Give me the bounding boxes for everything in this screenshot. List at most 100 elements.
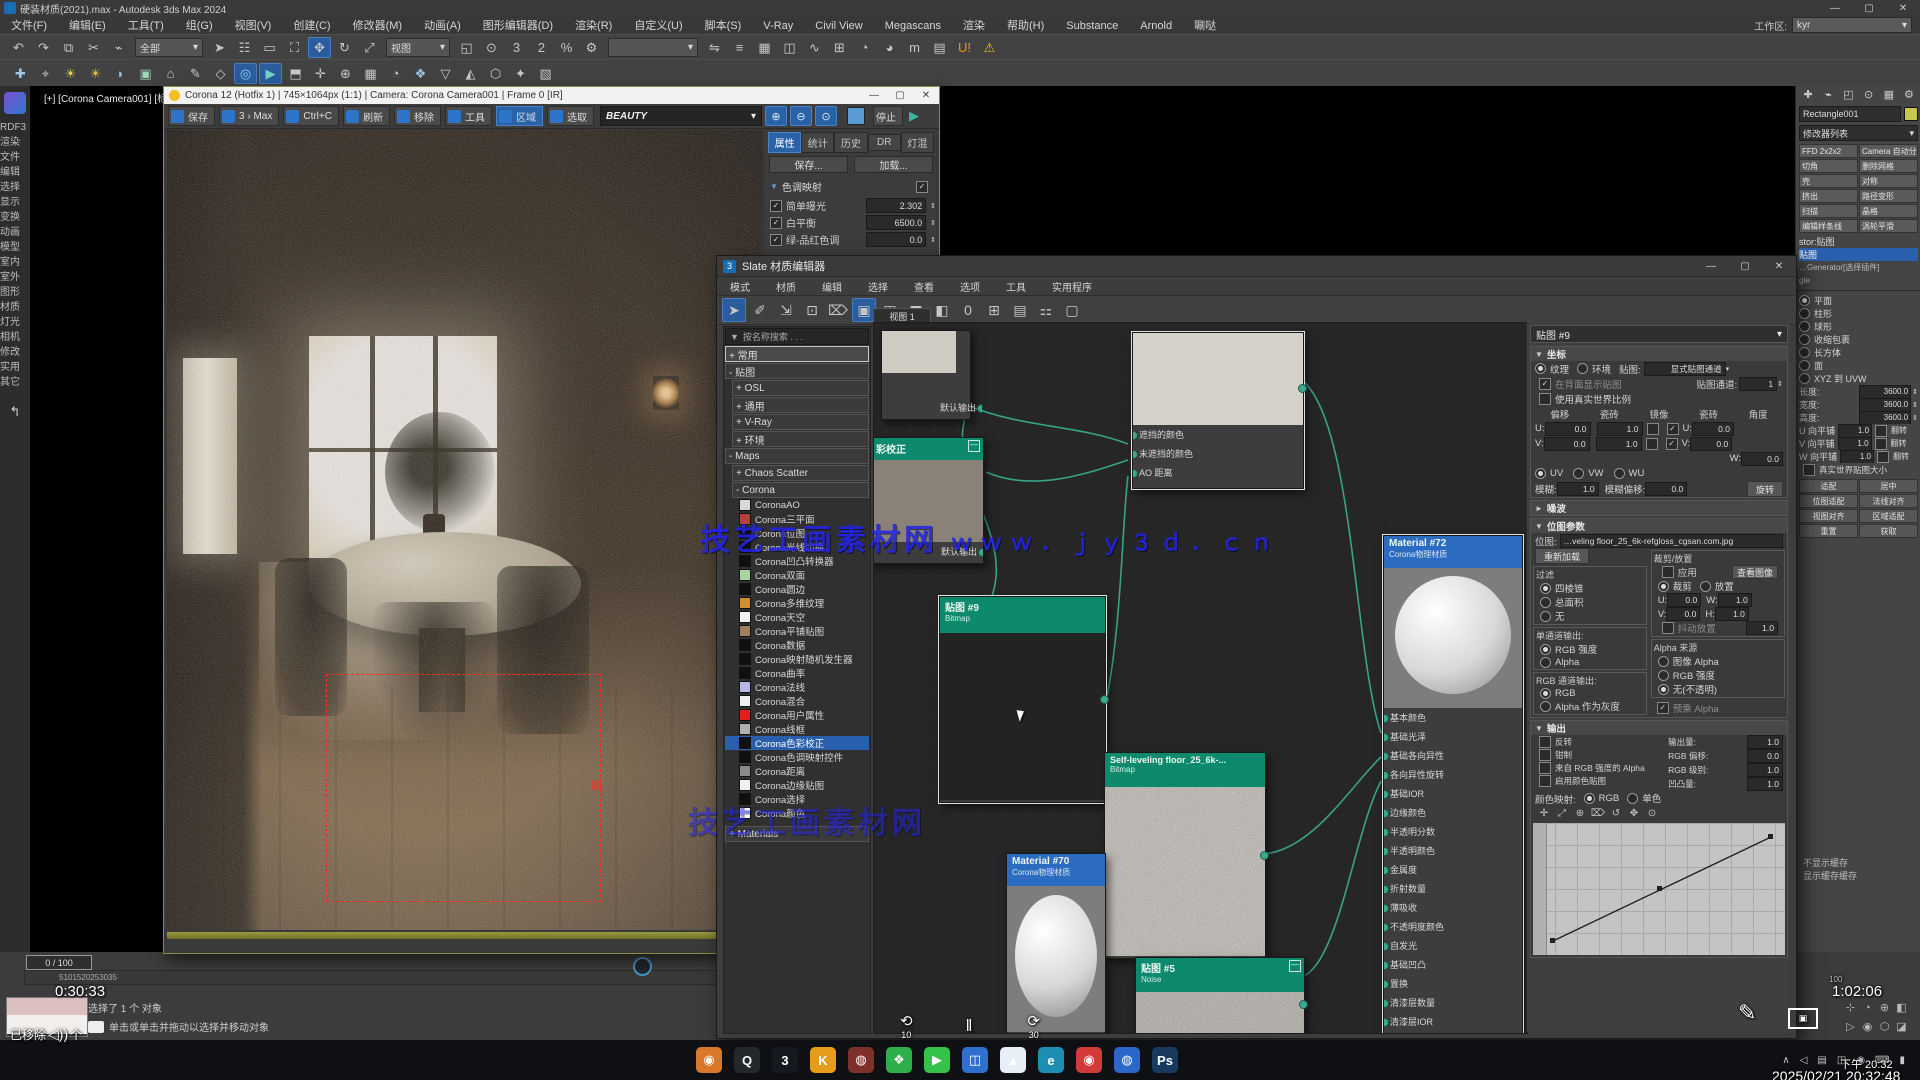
- sidebar-logo-icon[interactable]: [4, 92, 26, 114]
- browser-category[interactable]: + 常用: [725, 346, 869, 362]
- toolbar-icon[interactable]: ⌁: [107, 37, 130, 58]
- modifier-button[interactable]: 涡轮平滑: [1859, 219, 1918, 233]
- custom-toolbar-icon[interactable]: ❖: [409, 63, 432, 84]
- input-dot[interactable]: [1133, 469, 1138, 478]
- node-input-slot[interactable]: 各向异性旋转: [1384, 765, 1522, 784]
- rotate-button[interactable]: 旋转: [1747, 481, 1783, 497]
- sidebar-item[interactable]: 相机: [0, 332, 20, 343]
- menu-item[interactable]: 文件(F): [0, 18, 58, 34]
- browser-map-item[interactable]: Corona天空: [725, 610, 869, 624]
- pencil-overlay-icon[interactable]: ✎: [1738, 1000, 1756, 1026]
- taskbar-app-icon[interactable]: Ps: [1152, 1047, 1178, 1073]
- colormap-option[interactable]: 单色: [1627, 791, 1661, 805]
- menu-item[interactable]: Megascans: [874, 18, 952, 34]
- input-dot[interactable]: [1384, 866, 1389, 875]
- texture-radio[interactable]: [1535, 363, 1546, 374]
- toolbar-icon[interactable]: ✥: [308, 37, 331, 58]
- modifier-button[interactable]: 路径变形: [1859, 189, 1918, 203]
- custom-toolbar-icon[interactable]: ✚: [9, 63, 32, 84]
- custom-toolbar-icon[interactable]: ⊕: [334, 63, 357, 84]
- environ-radio[interactable]: [1577, 363, 1588, 374]
- vfb-toolbar-button[interactable]: 3 › Max: [219, 106, 279, 126]
- sidebar-item[interactable]: 显示: [0, 197, 20, 208]
- toolbar-icon[interactable]: ↻: [333, 37, 356, 58]
- slate-toolbar-icon[interactable]: ▢: [1060, 298, 1084, 322]
- node-input-slot[interactable]: 遮挡的颜色: [1133, 425, 1303, 444]
- output-spinner[interactable]: RGB 偏移:0.0: [1664, 749, 1787, 763]
- custom-toolbar-icon[interactable]: ▽: [434, 63, 457, 84]
- menu-item[interactable]: 动画(A): [413, 18, 472, 34]
- uvw-mode-option[interactable]: VW: [1573, 468, 1603, 479]
- hierarchy-tab-icon[interactable]: ◰: [1838, 88, 1858, 103]
- node-input-slot[interactable]: 基础IOR: [1384, 784, 1522, 803]
- uvw-tile-row[interactable]: V 向平铺1.0翻转: [1796, 437, 1920, 450]
- crop-v-field[interactable]: 0.0: [1666, 607, 1700, 621]
- curve-reset-icon[interactable]: ↺: [1608, 807, 1624, 821]
- v-offset-field[interactable]: 0.0: [1544, 437, 1590, 451]
- snap-toggle-icon[interactable]: ⚙: [580, 37, 603, 58]
- render-image[interactable]: ▨: [167, 130, 763, 930]
- vfb-panel-tab[interactable]: DR: [868, 134, 901, 151]
- curve-delete-icon[interactable]: ⌦: [1590, 807, 1606, 821]
- modifier-button[interactable]: 编辑样条线: [1799, 219, 1858, 233]
- node-input-slot[interactable]: 薄吸收: [1384, 898, 1522, 917]
- snap-toggle-icon[interactable]: ⊙: [480, 37, 503, 58]
- slate-toolbar-icon[interactable]: ⊞: [982, 298, 1006, 322]
- node-input-slot[interactable]: 未遮挡的颜色: [1133, 444, 1303, 463]
- node-input-slot[interactable]: 清漆层IOR: [1384, 1012, 1522, 1031]
- ref-coord-dropdown[interactable]: 视图▾: [386, 38, 450, 57]
- toolbar-icon[interactable]: ⧉: [57, 37, 80, 58]
- browser-map-item[interactable]: Corona用户属性: [725, 708, 869, 722]
- curve-zoom-icon[interactable]: ⊙: [1644, 807, 1660, 821]
- slate-menu-item[interactable]: 选项: [947, 279, 993, 294]
- node-color-correct[interactable]: 彩校正— 默认输出: [873, 437, 984, 564]
- browser-map-item[interactable]: Corona映射随机发生器: [725, 652, 869, 666]
- custom-toolbar-icon[interactable]: ▣: [134, 63, 157, 84]
- rollout-arrow-icon[interactable]: ▼: [770, 182, 778, 191]
- node-map5-noise[interactable]: 贴图 #5Noise—: [1135, 957, 1305, 1034]
- tonemap-row[interactable]: ✓白平衡6500.0⇕: [766, 214, 936, 231]
- curve-move-icon[interactable]: ✛: [1536, 807, 1552, 821]
- node-input-slot[interactable]: 基础光泽: [1384, 727, 1522, 746]
- uvw-projection-option[interactable]: 球形: [1796, 320, 1920, 333]
- vfb-toolbar-button[interactable]: 保存: [168, 106, 215, 126]
- alpha-source-option[interactable]: 无(不透明): [1654, 682, 1782, 696]
- custom-toolbar-icon[interactable]: ▧: [534, 63, 557, 84]
- sidebar-item[interactable]: 修改: [0, 347, 20, 358]
- crop-u-field[interactable]: 0.0: [1667, 593, 1701, 607]
- uvw-projection-option[interactable]: 长方体: [1796, 346, 1920, 359]
- uvw-dimension-row[interactable]: 高度:3600.0⇕: [1796, 411, 1920, 424]
- uvw-align-button[interactable]: 位图适配: [1799, 494, 1858, 508]
- modifier-button[interactable]: 对称: [1859, 174, 1918, 188]
- taskbar-app-icon[interactable]: ▶: [924, 1047, 950, 1073]
- browser-map-item[interactable]: Corona数据: [725, 638, 869, 652]
- vfb-toolbar-button[interactable]: 区域: [496, 106, 543, 126]
- mono-output-option[interactable]: Alpha: [1536, 656, 1644, 668]
- input-dot[interactable]: [1384, 923, 1389, 932]
- node-corona-ao[interactable]: 遮挡的颜色 未遮挡的颜色 AO 距离: [1132, 332, 1304, 489]
- zoom-out-icon[interactable]: ⊖: [790, 106, 812, 126]
- uvw-align-button[interactable]: 获取: [1859, 524, 1918, 538]
- viewport-nav-icon[interactable]: ◔: [1859, 1000, 1876, 1017]
- taskbar-app-icon[interactable]: Q: [734, 1047, 760, 1073]
- uvw-dimension-row[interactable]: 宽度:3600.0⇕: [1796, 398, 1920, 411]
- sidebar-item[interactable]: 文件: [0, 152, 20, 163]
- slate-menu-item[interactable]: 实用程序: [1039, 279, 1105, 294]
- forward-30-button[interactable]: ⟳30: [1027, 1012, 1040, 1040]
- input-dot[interactable]: [1384, 904, 1389, 913]
- rgb-output-option[interactable]: Alpha 作为灰度: [1536, 699, 1644, 713]
- sidebar-item[interactable]: 模型: [0, 242, 20, 253]
- toolbar-icon[interactable]: ⤢: [358, 37, 381, 58]
- custom-toolbar-icon[interactable]: ⬒: [284, 63, 307, 84]
- utilities-tab-icon[interactable]: ⚙: [1899, 88, 1919, 103]
- output-dot[interactable]: [1298, 384, 1307, 393]
- slate-toolbar-icon[interactable]: 0: [956, 298, 980, 322]
- node-input-slot[interactable]: 自发光: [1384, 936, 1522, 955]
- custom-toolbar-icon[interactable]: ⌂: [159, 63, 182, 84]
- filter-option[interactable]: 无: [1536, 609, 1644, 623]
- input-dot[interactable]: [1384, 752, 1389, 761]
- output-checkbox[interactable]: 钳制: [1531, 748, 1664, 761]
- uvw-tile-row[interactable]: W 向平铺1.0翻转: [1796, 450, 1920, 463]
- browser-category[interactable]: + 环境: [732, 431, 869, 447]
- node-input-slot[interactable]: 基础凹凸: [1384, 955, 1522, 974]
